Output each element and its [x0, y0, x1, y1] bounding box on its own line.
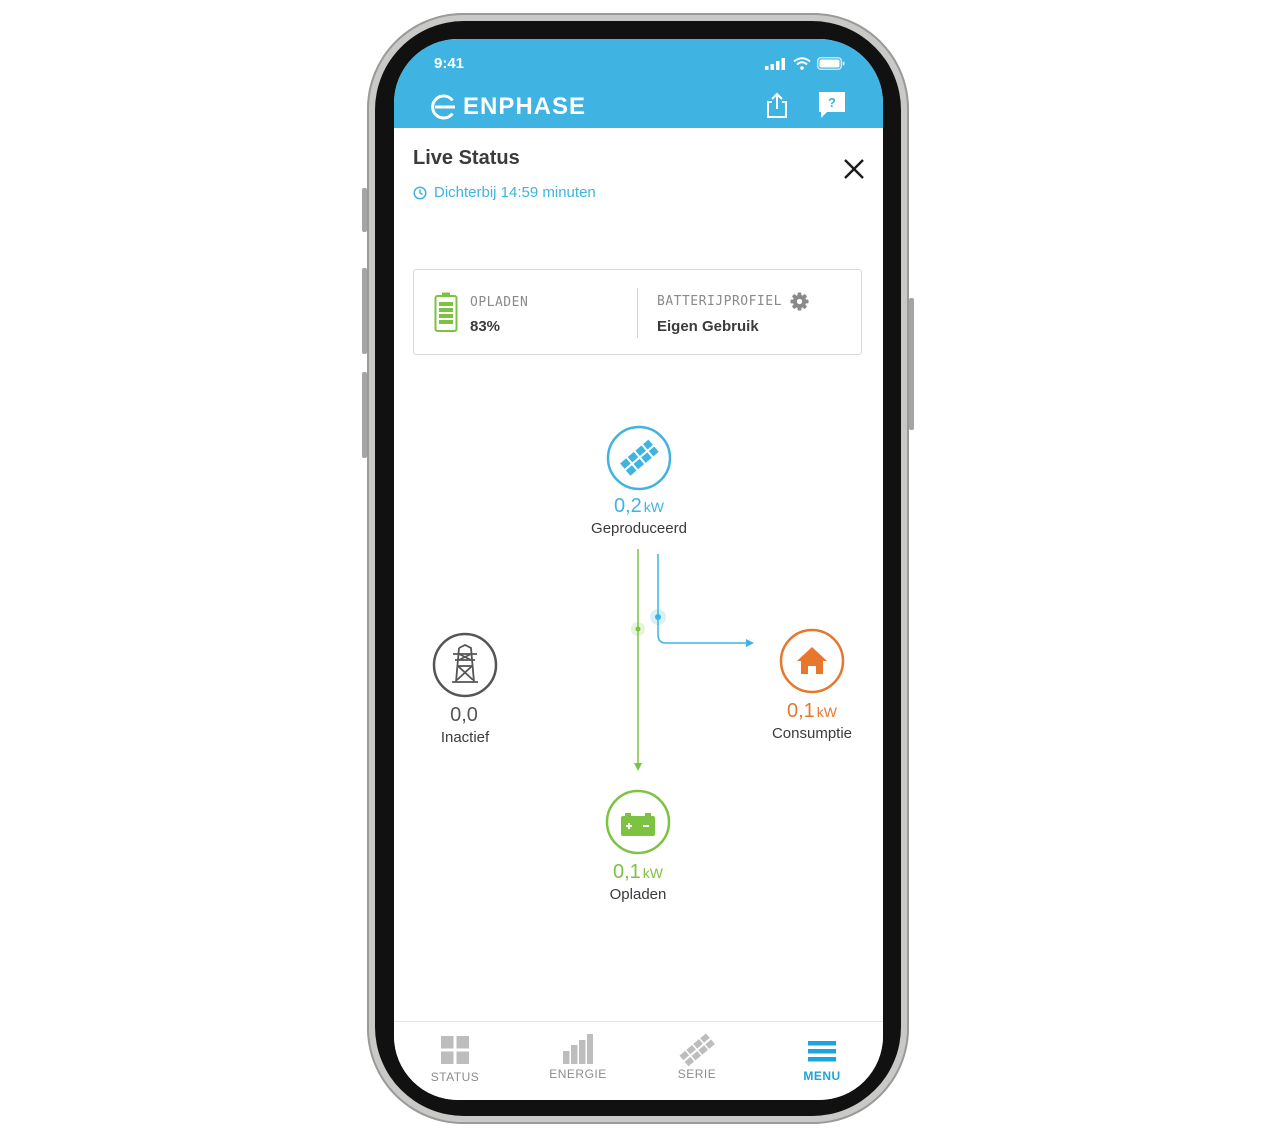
help-icon[interactable]: ?	[818, 91, 846, 119]
enphase-logo-icon	[431, 94, 455, 120]
app-screen: 9:41 ENPHASE ? Live Status Dichterbij 14…	[394, 39, 883, 1100]
grid-value: 0,0	[405, 704, 525, 727]
brand-logo: ENPHASE	[431, 93, 586, 121]
nav-energie[interactable]: ENERGIE	[528, 1022, 628, 1081]
brand-name: ENPHASE	[463, 93, 587, 120]
battery-label: Opladen	[609, 886, 667, 903]
nav-serie[interactable]: SERIE	[647, 1022, 747, 1081]
battery-summary-card: OPLADEN 83% BATTERIJPROFIEL Eigen Gebrui…	[413, 269, 862, 355]
solar-label: Geproduceerd	[591, 520, 687, 537]
home-value-number: 0,1	[786, 700, 815, 722]
volume-up-button	[362, 268, 367, 354]
status-icons	[765, 57, 845, 70]
svg-text:?: ?	[828, 95, 836, 110]
nav-serie-label: SERIE	[677, 1067, 717, 1081]
card-divider	[637, 288, 638, 338]
cellular-signal-icon	[765, 58, 785, 70]
battery-flow-arrow	[634, 763, 642, 771]
solar-value-number: 0,2	[613, 495, 642, 517]
panel-array-icon	[679, 1033, 715, 1067]
profile-value: Eigen Gebruik	[657, 318, 759, 335]
close-icon[interactable]	[841, 156, 867, 182]
battery-status-icon	[817, 57, 845, 70]
grid-icon	[441, 1036, 469, 1064]
update-timer: Dichterbij 14:59 minuten	[413, 184, 596, 201]
bar-chart-icon	[563, 1034, 593, 1064]
solar-value: 0,2 kW	[569, 495, 709, 518]
nav-status[interactable]: STATUS	[405, 1022, 505, 1084]
nav-energie-label: ENERGIE	[549, 1067, 607, 1081]
status-time: 9:41	[434, 55, 465, 72]
share-icon[interactable]	[764, 91, 790, 119]
battery-value-number: 0,1	[612, 861, 641, 883]
solar-node[interactable]: 0,2 kW Geproduceerd	[569, 425, 709, 537]
page-title: Live Status	[413, 147, 520, 169]
grid-node[interactable]: 0,0 Inactief	[405, 632, 525, 746]
profile-label: BATTERIJPROFIEL	[657, 294, 782, 309]
home-icon	[779, 628, 845, 694]
volume-down-button	[362, 372, 367, 458]
power-button	[909, 298, 914, 430]
update-timer-text: Dichterbij 14:59 minuten	[434, 184, 596, 201]
gear-icon[interactable]	[790, 292, 809, 311]
app-header: 9:41 ENPHASE ?	[394, 39, 883, 128]
home-value: 0,1 kW	[752, 700, 872, 723]
bottom-nav: STATUS ENERGIE SERIE MENU	[394, 1021, 883, 1100]
solar-value-unit: kW	[643, 499, 665, 515]
nav-menu-label: MENU	[803, 1069, 841, 1083]
grid-label: Inactief	[440, 729, 490, 746]
solar-to-home-line	[657, 554, 749, 644]
home-value-unit: kW	[816, 704, 838, 720]
mute-switch	[362, 188, 367, 232]
nav-status-label: STATUS	[430, 1070, 480, 1084]
charge-label: OPLADEN	[470, 295, 529, 310]
nav-menu[interactable]: MENU	[772, 1022, 872, 1083]
battery-profile-section[interactable]: BATTERIJPROFIEL	[657, 292, 809, 311]
hamburger-icon	[808, 1041, 836, 1062]
battery-storage-icon	[605, 789, 671, 855]
battery-value-unit: kW	[642, 865, 664, 881]
grid-value-number: 0,0	[450, 704, 478, 726]
battery-value: 0,1 kW	[578, 861, 698, 884]
home-node[interactable]: 0,1 kW Consumptie	[752, 628, 872, 742]
solar-panel-icon	[606, 425, 672, 491]
battery-node[interactable]: 0,1 kW Opladen	[578, 789, 698, 903]
home-label: Consumptie	[771, 725, 853, 742]
wifi-icon	[793, 57, 811, 70]
battery-level-icon	[434, 292, 458, 332]
power-tower-icon	[432, 632, 498, 698]
charge-value: 83%	[470, 318, 501, 335]
clock-icon	[413, 185, 427, 200]
